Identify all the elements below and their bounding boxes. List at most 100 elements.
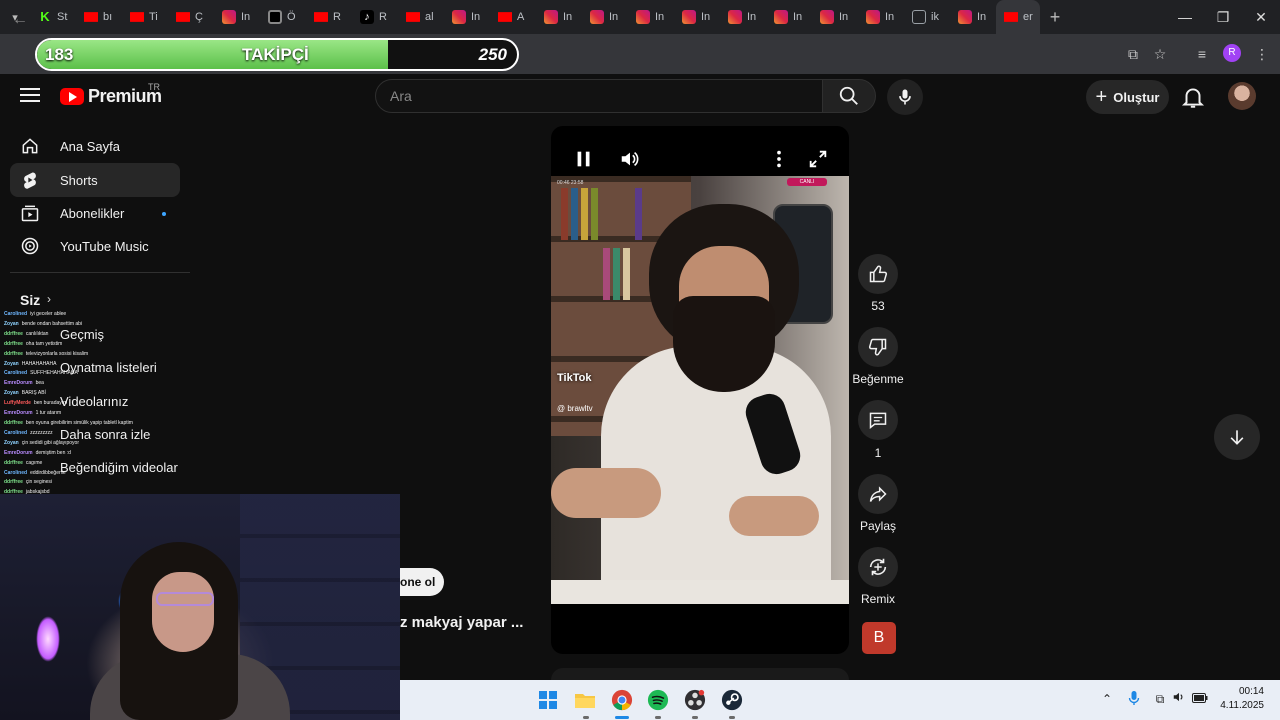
install-app-icon[interactable]: ⧉ bbox=[1121, 42, 1145, 66]
create-button[interactable]: + Oluştur bbox=[1086, 80, 1169, 114]
tray-microphone-icon[interactable] bbox=[1125, 690, 1143, 708]
voice-search-button[interactable] bbox=[887, 79, 923, 115]
account-avatar[interactable] bbox=[1228, 82, 1256, 110]
browser-tab[interactable]: In bbox=[858, 0, 904, 34]
browser-tab[interactable]: In bbox=[444, 0, 490, 34]
search-button[interactable] bbox=[822, 79, 876, 113]
sidebar-item-shorts[interactable]: Shorts bbox=[10, 163, 180, 197]
spotify-icon[interactable] bbox=[644, 686, 672, 714]
hamburger-menu-icon[interactable] bbox=[18, 84, 42, 108]
tray-chevron-up-icon[interactable]: ⌃ bbox=[1098, 690, 1116, 708]
chat-username: ddrffree bbox=[4, 459, 23, 466]
back-arrow-icon[interactable]: ← bbox=[8, 8, 32, 32]
browser-tab[interactable]: In bbox=[812, 0, 858, 34]
search-input[interactable] bbox=[376, 80, 822, 112]
subscribe-button[interactable]: one ol bbox=[400, 568, 444, 596]
browser-tab[interactable]: ik bbox=[904, 0, 950, 34]
browser-tab[interactable]: al bbox=[398, 0, 444, 34]
follower-current-count: 183 bbox=[45, 45, 74, 64]
fullscreen-icon[interactable] bbox=[807, 148, 829, 170]
browser-tab[interactable]: In bbox=[950, 0, 996, 34]
file-explorer-icon[interactable] bbox=[571, 686, 599, 714]
sidebar-item-youtube-music[interactable]: YouTube Music bbox=[10, 229, 180, 263]
chevron-right-icon[interactable]: › bbox=[47, 292, 51, 306]
minimize-icon[interactable]: — bbox=[1166, 0, 1204, 34]
close-window-icon[interactable]: ✕ bbox=[1242, 0, 1280, 34]
new-tab-icon[interactable]: + bbox=[1040, 0, 1070, 34]
windows-start-icon[interactable] bbox=[534, 686, 562, 714]
sidebar-divider bbox=[10, 272, 190, 273]
volume-icon[interactable] bbox=[619, 148, 641, 170]
tray-battery-icon[interactable] bbox=[1191, 690, 1209, 708]
browser-tab[interactable]: Ö bbox=[260, 0, 306, 34]
browser-tab-label: al bbox=[425, 11, 434, 23]
browser-tab-label: In bbox=[885, 11, 895, 23]
browser-tab[interactable]: R bbox=[306, 0, 352, 34]
chat-username: Carolined bbox=[4, 311, 28, 317]
sidebar-item-subscriptions[interactable]: Abonelikler bbox=[10, 196, 180, 230]
table bbox=[551, 580, 849, 604]
browser-tab[interactable]: In bbox=[720, 0, 766, 34]
bookmark-star-icon[interactable]: ☆ bbox=[1148, 42, 1172, 66]
comments-button[interactable] bbox=[858, 400, 898, 440]
taskbar-clock-date[interactable]: 4.11.2025 bbox=[1214, 700, 1264, 711]
chat-username: EmreDorum bbox=[4, 410, 33, 417]
microphone-icon bbox=[899, 89, 911, 105]
browser-tab[interactable]: er✕ bbox=[996, 0, 1040, 34]
browser-tab[interactable]: In bbox=[536, 0, 582, 34]
short-title[interactable]: z makyaj yapar ... bbox=[400, 614, 523, 631]
youtube-premium-logo[interactable]: Premium bbox=[60, 86, 162, 107]
notifications-bell-icon[interactable] bbox=[1180, 84, 1206, 110]
browser-tab[interactable]: ♪ R bbox=[352, 0, 398, 34]
browser-tab[interactable]: In bbox=[214, 0, 260, 34]
browser-menu-icon[interactable]: ⋮ bbox=[1250, 42, 1274, 66]
webcam-overlay bbox=[0, 494, 400, 720]
follower-goal-bar: 183 TAKİPÇİ 250 bbox=[35, 38, 519, 71]
browser-tab[interactable]: In bbox=[582, 0, 628, 34]
shorts-player[interactable]: 00:46 23:58 CANLI TikTok @ brawltv bbox=[551, 126, 849, 654]
browser-tab[interactable]: Ç bbox=[168, 0, 214, 34]
browser-tab[interactable]: Ti bbox=[122, 0, 168, 34]
you-section-heading[interactable]: Siz bbox=[20, 292, 40, 308]
remix-icon bbox=[869, 558, 887, 576]
chat-username: Carolined bbox=[4, 429, 28, 436]
share-button[interactable] bbox=[858, 474, 898, 514]
book bbox=[591, 188, 598, 240]
like-button[interactable] bbox=[858, 254, 898, 294]
kick-icon: K bbox=[40, 9, 50, 24]
maximize-icon[interactable]: ❐ bbox=[1204, 0, 1242, 34]
taskbar-clock-time[interactable]: 00:14 bbox=[1230, 686, 1264, 697]
video-frame[interactable]: 00:46 23:58 CANLI TikTok @ brawltv bbox=[551, 176, 849, 604]
obs-icon[interactable] bbox=[681, 686, 709, 714]
pause-icon[interactable] bbox=[573, 148, 595, 170]
next-short-button[interactable] bbox=[1214, 414, 1260, 460]
chat-text: demiştim ben :d bbox=[35, 449, 71, 456]
browser-tab[interactable]: bı bbox=[76, 0, 122, 34]
arrow-down-icon bbox=[1230, 430, 1244, 445]
browser-profile-avatar[interactable]: R bbox=[1223, 44, 1241, 62]
browser-tab[interactable]: K St bbox=[30, 0, 76, 34]
channel-avatar[interactable]: B bbox=[862, 622, 896, 654]
browser-tab[interactable]: In bbox=[628, 0, 674, 34]
chat-message: EmreDorum 1 tur atarım bbox=[4, 409, 194, 419]
chrome-icon[interactable] bbox=[608, 686, 636, 714]
sidebar-item-home[interactable]: Ana Sayfa bbox=[10, 129, 180, 163]
tiktok-icon: ♪ bbox=[360, 10, 374, 24]
person-hand bbox=[551, 468, 661, 518]
create-button-label: Oluştur bbox=[1113, 89, 1160, 105]
browser-tab[interactable]: A bbox=[490, 0, 536, 34]
book bbox=[635, 188, 642, 240]
more-options-icon[interactable] bbox=[768, 148, 790, 170]
dislike-button[interactable] bbox=[858, 327, 898, 367]
browser-tab[interactable]: In bbox=[766, 0, 812, 34]
remix-button[interactable] bbox=[858, 547, 898, 587]
youtube-icon bbox=[406, 12, 420, 22]
tray-volume-icon[interactable] bbox=[1170, 690, 1188, 708]
threads-icon bbox=[268, 10, 282, 24]
media-queue-icon[interactable]: ≡ bbox=[1190, 42, 1214, 66]
browser-tab[interactable]: In bbox=[674, 0, 720, 34]
steam-icon[interactable] bbox=[718, 686, 746, 714]
tray-display-icon[interactable]: ⧉ bbox=[1151, 690, 1169, 708]
purple-lamp bbox=[36, 616, 60, 662]
instagram-icon bbox=[820, 10, 834, 24]
